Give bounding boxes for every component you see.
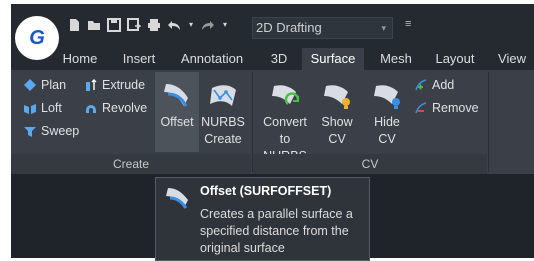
redo-icon[interactable]	[201, 18, 215, 32]
tab-mesh[interactable]: Mesh	[375, 48, 417, 70]
chevron-down-icon[interactable]: ▾	[187, 18, 195, 32]
tooltip-description: Creates a parallel surface a specified d…	[200, 206, 370, 257]
tab-3d[interactable]: 3D	[265, 48, 293, 70]
extrude-icon	[86, 79, 97, 91]
create-panel-label: Create	[11, 154, 251, 174]
hide-cv-icon	[374, 85, 400, 109]
hide-cv-label-line2: CV	[378, 132, 396, 146]
revolve-label: Revolve	[102, 101, 148, 115]
revolve-button[interactable]: Revolve	[84, 101, 147, 115]
convert-label-line1: Convert	[263, 115, 307, 129]
offset-label: Offset	[160, 115, 194, 129]
tab-annotation[interactable]: Annotation	[175, 48, 249, 70]
nurbs-label-line1: NURBS	[201, 115, 245, 129]
offset-tooltip: Offset (SURFOFFSET) Creates a parallel s…	[155, 177, 370, 261]
tooltip-title: Offset (SURFOFFSET)	[200, 184, 332, 198]
offset-surface-icon	[164, 84, 188, 107]
loft-button[interactable]: Loft	[23, 101, 62, 115]
extrude-label: Extrude	[102, 78, 146, 92]
sweep-icon	[24, 127, 36, 137]
ribbon-panel: Plan Loft Sweep Extrude Revolve Offset N…	[11, 70, 534, 174]
add-cv-icon	[415, 79, 427, 91]
hide-cv-button[interactable]: Hide CV	[367, 72, 407, 152]
nurbs-label-line2: Create	[204, 132, 242, 146]
add-cv-button[interactable]: Add	[414, 78, 454, 92]
tab-surface[interactable]: Surface	[302, 48, 364, 70]
convert-to-nurbs-button[interactable]: Convert to NURBS	[257, 72, 313, 163]
logo-letter: G	[29, 26, 45, 49]
quick-access-toolbar: ▾ ▾ 2D Drafting ▾ ≡	[11, 4, 534, 48]
loft-label: Loft	[41, 101, 62, 115]
customize-toolbar-icon[interactable]: ≡	[405, 18, 411, 30]
panel-divider	[488, 72, 489, 172]
offset-surface-icon	[166, 188, 188, 209]
new-file-icon[interactable]	[67, 18, 81, 32]
plan-label: Plan	[41, 78, 67, 92]
extrude-button[interactable]: Extrude	[84, 78, 145, 92]
show-cv-icon	[324, 85, 350, 109]
plan-button[interactable]: Plan	[23, 78, 66, 92]
sweep-button[interactable]: Sweep	[23, 124, 79, 138]
remove-cv-label: Remove	[432, 101, 479, 115]
undo-icon[interactable]	[167, 18, 181, 32]
convert-surface-icon	[272, 85, 300, 105]
tab-view[interactable]: View	[493, 48, 531, 70]
tab-insert[interactable]: Insert	[117, 48, 161, 70]
remove-cv-icon	[415, 102, 427, 114]
offset-button[interactable]: Offset	[155, 72, 199, 152]
workspace-select[interactable]: 2D Drafting ▾	[252, 17, 393, 39]
sweep-label: Sweep	[41, 124, 80, 138]
plan-surface-icon	[24, 79, 36, 91]
app-logo[interactable]: G	[15, 16, 59, 60]
tooltip-line: specified distance from the	[200, 224, 349, 238]
hide-cv-label-line1: Hide	[374, 115, 400, 129]
nurbs-create-button[interactable]: NURBS Create	[201, 72, 245, 152]
ribbon-tabs: Home Insert Annotation 3D Surface Mesh L…	[11, 48, 534, 70]
tab-layout[interactable]: Layout	[429, 48, 481, 70]
show-cv-label-line2: CV	[328, 132, 346, 146]
tooltip-line: Creates a parallel surface a	[200, 207, 353, 221]
print-icon[interactable]	[147, 18, 161, 32]
show-cv-button[interactable]: Show CV	[317, 72, 357, 152]
revolve-icon	[86, 105, 96, 113]
chevron-down-icon[interactable]: ▾	[221, 18, 229, 32]
save-as-icon[interactable]	[127, 18, 142, 32]
show-cv-label-line1: Show	[321, 115, 353, 129]
add-cv-label: Add	[432, 78, 455, 92]
cv-panel-label: CV	[253, 154, 487, 174]
save-icon[interactable]	[107, 18, 121, 32]
workspace-value: 2D Drafting	[256, 20, 322, 35]
loft-icon	[24, 104, 36, 114]
nurbs-surface-icon	[210, 85, 236, 106]
tooltip-line: original surface	[200, 241, 285, 255]
open-folder-icon[interactable]	[87, 18, 101, 32]
remove-cv-button[interactable]: Remove	[414, 101, 479, 115]
tab-home[interactable]: Home	[58, 48, 102, 70]
chevron-down-icon: ▾	[381, 23, 386, 33]
